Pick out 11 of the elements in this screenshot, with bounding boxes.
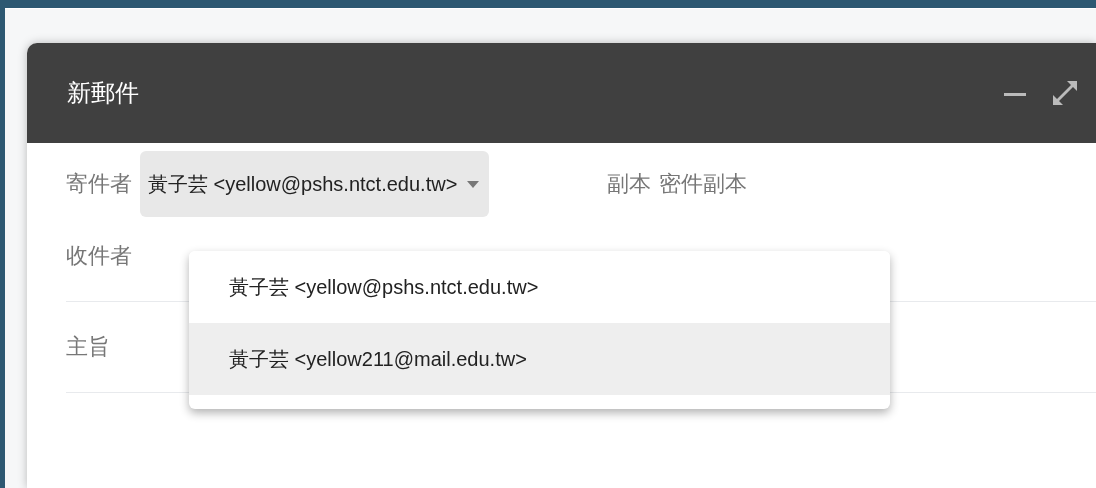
cc-link[interactable]: 密件副本 (659, 169, 748, 199)
menu-item[interactable]: 黃子芸 <yellow@pshs.ntct.edu.tw> (189, 251, 890, 323)
subject-label: 主旨 (66, 333, 110, 361)
menu-item[interactable]: 黃子芸 <yellow211@mail.edu.tw> (189, 323, 890, 395)
to-label: 收件者 (66, 242, 132, 270)
window-title: 新郵件 (67, 78, 140, 108)
sender-dropdown[interactable]: 黃子芸 <yellow@pshs.ntct.edu.tw> (140, 151, 490, 217)
caret-icon (467, 180, 480, 188)
cc-link[interactable]: 副本 (607, 169, 652, 199)
expand-icon (1052, 80, 1078, 106)
from-label: 寄件者 (66, 170, 132, 198)
